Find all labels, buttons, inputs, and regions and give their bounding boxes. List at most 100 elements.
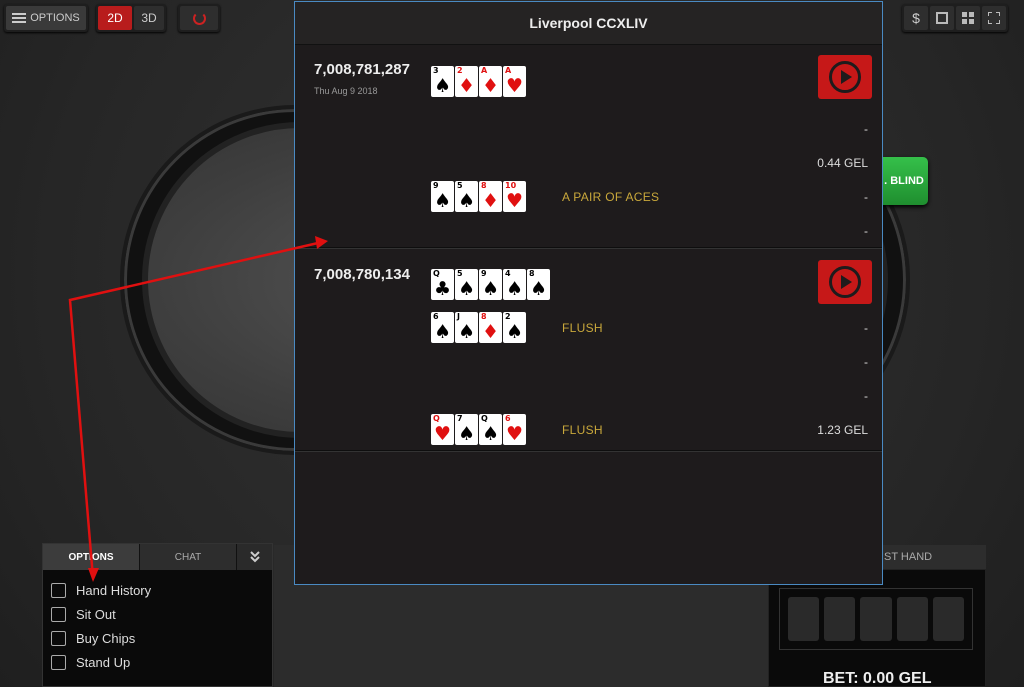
view-2d-button[interactable]: 2D	[98, 6, 132, 30]
playing-card: 9 ♠	[479, 269, 502, 300]
playing-card: Q ♣	[431, 269, 454, 300]
stand-up-checkbox[interactable]	[51, 654, 66, 670]
card-group: Q ♥ 7 ♠ Q ♠ 6 ♥	[431, 414, 526, 445]
play-icon	[829, 61, 861, 93]
bet-card-slots	[779, 588, 973, 650]
card-suit: ♥	[505, 75, 524, 97]
win-amount: -	[864, 122, 868, 136]
card-suit: ♠	[433, 321, 452, 343]
card-suit: ♠	[529, 278, 548, 300]
win-amount: 1.23 GEL	[817, 423, 868, 437]
reset-icon	[192, 11, 206, 25]
hand-history-checkbox[interactable]	[51, 582, 66, 598]
player-row: 0.44 GEL	[295, 147, 882, 179]
playing-card: 3 ♠	[431, 66, 454, 97]
playing-card: 10 ♥	[503, 181, 526, 212]
card-suit: ♠	[433, 190, 452, 212]
option-label: Stand Up	[76, 654, 131, 670]
fullscreen-icon	[988, 12, 1000, 24]
hand-list: 7,008,781,287 Thu Aug 9 2018 3 ♠ 2 ♦ A ♦ A ♥ - 0.44…	[295, 45, 882, 451]
card-suit: ♦	[481, 190, 500, 212]
card-suit: ♦	[481, 321, 500, 343]
card-slot	[932, 597, 965, 641]
options-menu-label: OPTIONS	[30, 12, 80, 24]
card-suit: ♥	[505, 423, 524, 445]
option-label: Hand History	[76, 582, 152, 598]
replay-button[interactable]	[818, 55, 872, 99]
hand-rank-name: A PAIR OF ACES	[562, 190, 660, 204]
hand-entry: 7,008,781,287 Thu Aug 9 2018 3 ♠ 2 ♦ A ♦ A ♥ - 0.44…	[295, 45, 882, 248]
card-suit: ♥	[505, 190, 524, 212]
card-suit: ♥	[433, 423, 452, 445]
player-row: -	[295, 346, 882, 378]
hand-history-modal: Liverpool CCXLIV 7,008,781,287 Thu Aug 9 …	[294, 1, 883, 585]
playing-card: Q ♥	[431, 414, 454, 445]
playing-card: 2 ♠	[503, 312, 526, 343]
player-row: 6 ♠ J ♠ 8 ♦ 2 ♠ FLUSH -	[295, 312, 882, 344]
window-button[interactable]	[930, 6, 954, 30]
card-suit: ♠	[433, 75, 452, 97]
win-amount: -	[864, 355, 868, 369]
option-label: Buy Chips	[76, 630, 136, 646]
player-row: -	[295, 380, 882, 412]
options-toolbar: OPTIONS	[4, 4, 88, 32]
card-suit: ♠	[457, 190, 476, 212]
options-panel: OPTIONS CHAT Hand History Sit Out Buy Ch…	[42, 543, 273, 687]
modal-title: Liverpool CCXLIV	[295, 2, 882, 45]
fullscreen-button[interactable]	[982, 6, 1006, 30]
player-row: Q ♥ 7 ♠ Q ♠ 6 ♥ FLUSH 1.23 GEL	[295, 414, 882, 446]
grid-button[interactable]	[956, 6, 980, 30]
playing-card: 8 ♦	[479, 312, 502, 343]
dollar-icon: $	[912, 10, 920, 26]
playing-card: Q ♠	[479, 414, 502, 445]
card-suit: ♦	[457, 75, 476, 97]
options-menu-button[interactable]: OPTIONS	[6, 6, 86, 30]
win-amount: -	[864, 190, 868, 204]
playing-card: 6 ♠	[431, 312, 454, 343]
card-suit: ♠	[457, 278, 476, 300]
right-toolbar: $	[902, 4, 1008, 32]
card-suit: ♠	[457, 321, 476, 343]
card-suit: ♠	[505, 278, 524, 300]
hand-entry: 7,008,780,134 Q ♣ 5 ♠ 9 ♠ 4 ♠ 8 ♠ 6 ♠ J ♠ 8 ♦ 2 ♠ FLUSH - - - Q…	[295, 248, 882, 451]
card-suit: ♣	[433, 278, 452, 300]
player-row: -	[295, 215, 882, 247]
win-amount: -	[864, 389, 868, 403]
playing-card: A ♦	[479, 66, 502, 97]
buy-chips-checkbox[interactable]	[51, 630, 66, 646]
sit-out-checkbox[interactable]	[51, 606, 66, 622]
win-amount: -	[864, 224, 868, 238]
options-list: Hand History Sit Out Buy Chips Stand Up	[43, 570, 272, 682]
playing-card: 8 ♠	[527, 269, 550, 300]
card-suit: ♠	[505, 321, 524, 343]
option-buy-chips[interactable]: Buy Chips	[51, 626, 264, 650]
tab-chat[interactable]: CHAT	[140, 544, 237, 570]
card-suit: ♠	[457, 423, 476, 445]
playing-card: 4 ♠	[503, 269, 526, 300]
replay-button[interactable]	[818, 260, 872, 304]
hand-id: 7,008,780,134	[314, 266, 410, 283]
option-hand-history[interactable]: Hand History	[51, 578, 264, 602]
card-slot	[824, 597, 856, 641]
playing-card: J ♠	[455, 312, 478, 343]
card-suit: ♠	[481, 278, 500, 300]
player-row: 9 ♠ 5 ♠ 8 ♦ 10 ♥ A PAIR OF ACES -	[295, 181, 882, 213]
dollar-button[interactable]: $	[904, 6, 928, 30]
option-stand-up[interactable]: Stand Up	[51, 650, 264, 674]
win-amount: 0.44 GEL	[817, 156, 868, 170]
player-row: -	[295, 113, 882, 145]
view-3d-button[interactable]: 3D	[134, 6, 164, 30]
playing-card: A ♥	[503, 66, 526, 97]
hand-rank-name: FLUSH	[562, 423, 603, 437]
win-amount: -	[864, 321, 868, 335]
card-group: 6 ♠ J ♠ 8 ♦ 2 ♠	[431, 312, 526, 343]
option-label: Sit Out	[76, 606, 116, 622]
bet-amount: BET: 0.00 GEL	[823, 670, 932, 687]
hand-rank-name: FLUSH	[562, 321, 603, 335]
option-sit-out[interactable]: Sit Out	[51, 602, 264, 626]
tab-options[interactable]: OPTIONS	[43, 544, 140, 570]
hamburger-icon	[12, 11, 27, 25]
hand-date: Thu Aug 9 2018	[314, 86, 378, 96]
collapse-button[interactable]	[237, 544, 272, 570]
reset-button[interactable]	[180, 6, 218, 30]
